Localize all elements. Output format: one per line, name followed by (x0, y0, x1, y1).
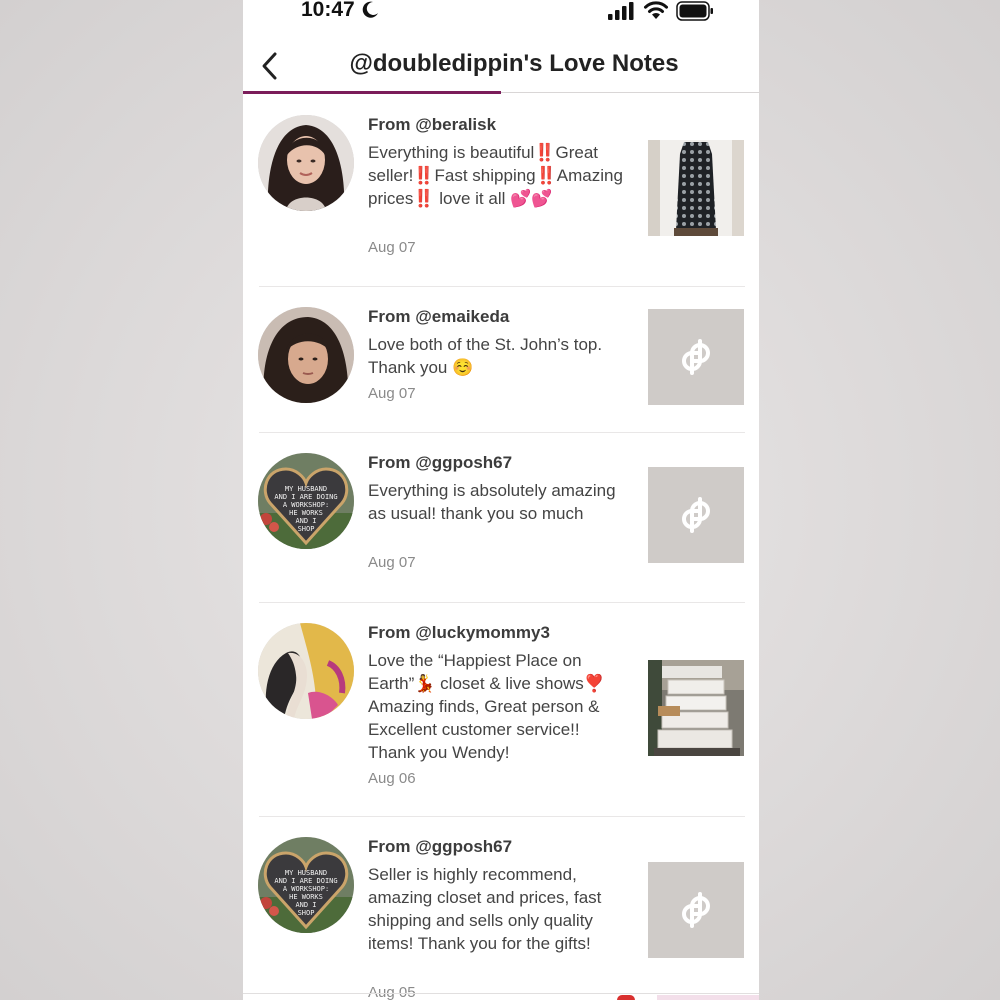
avatar[interactable] (258, 115, 354, 211)
listing-thumbnail-placeholder[interactable] (648, 467, 744, 563)
note-sender[interactable]: From @ggposh67 (368, 453, 512, 473)
poshmark-logo-icon (682, 497, 710, 533)
phone-screen: 10:47 @doubledippin's Love Notes From @b… (243, 0, 759, 1000)
notification-badge (617, 995, 635, 1000)
note-sender[interactable]: From @ggposh67 (368, 837, 512, 857)
svg-text:AND I: AND I (295, 901, 316, 909)
note-message: Love both of the St. John’s top. Thank y… (368, 335, 603, 377)
active-tab-indicator (243, 91, 501, 94)
note-message: Seller is highly recommend, amazing clos… (368, 865, 602, 953)
avatar[interactable] (258, 623, 354, 719)
list-divider (259, 432, 745, 433)
note-message: Love the “Happiest Place on Earth”💃 clos… (368, 651, 605, 762)
svg-text:SHOP: SHOP (298, 525, 315, 533)
avatar[interactable] (258, 307, 354, 403)
listing-thumbnail-placeholder[interactable] (648, 309, 744, 405)
svg-text:A WORKSHOP:: A WORKSHOP: (283, 501, 329, 509)
note-sender[interactable]: From @luckymommy3 (368, 623, 550, 643)
note-date: Aug 05 (368, 984, 416, 1000)
svg-text:AND I ARE DOING: AND I ARE DOING (274, 877, 337, 885)
svg-text:SHOP: SHOP (298, 909, 315, 917)
status-time: 10:47 (301, 0, 355, 21)
poshmark-logo-icon (682, 892, 710, 928)
status-bar: 10:47 (243, 0, 759, 26)
svg-text:A WORKSHOP:: A WORKSHOP: (283, 885, 329, 893)
battery-icon (676, 1, 713, 21)
listing-thumbnail[interactable] (648, 660, 744, 756)
svg-text:AND I: AND I (295, 517, 316, 525)
svg-text:HE WORKS: HE WORKS (289, 509, 323, 517)
list-divider (259, 816, 745, 817)
svg-text:MY HUSBAND: MY HUSBAND (285, 485, 327, 493)
avatar[interactable]: MY HUSBAND AND I ARE DOING A WORKSHOP: H… (258, 453, 354, 549)
page-header: @doubledippin's Love Notes (243, 36, 759, 94)
tab-bar-highlight (657, 995, 759, 1000)
note-date: Aug 06 (368, 770, 416, 787)
page-title: @doubledippin's Love Notes (349, 50, 679, 77)
avatar[interactable]: MY HUSBAND AND I ARE DOING A WORKSHOP: H… (258, 837, 354, 933)
listing-thumbnail[interactable] (648, 140, 744, 236)
cellular-signal-icon (608, 2, 634, 20)
svg-text:AND I ARE DOING: AND I ARE DOING (274, 493, 337, 501)
note-message: Everything is absolutely amazing as usua… (368, 481, 616, 523)
svg-text:HE WORKS: HE WORKS (289, 893, 323, 901)
note-date: Aug 07 (368, 554, 416, 571)
poshmark-logo-icon (682, 339, 710, 375)
list-divider (259, 602, 745, 603)
tab-bar-divider (243, 993, 759, 994)
note-sender[interactable]: From @emaikeda (368, 307, 509, 327)
note-message: Everything is beautiful‼️Great seller!‼️… (368, 143, 623, 208)
listing-thumbnail-placeholder[interactable] (648, 862, 744, 958)
note-sender[interactable]: From @beralisk (368, 115, 496, 135)
moon-icon (362, 1, 378, 18)
note-date: Aug 07 (368, 385, 416, 402)
svg-text:MY HUSBAND: MY HUSBAND (285, 869, 327, 877)
list-divider (259, 286, 745, 287)
wifi-icon (644, 1, 668, 19)
note-date: Aug 07 (368, 239, 416, 256)
